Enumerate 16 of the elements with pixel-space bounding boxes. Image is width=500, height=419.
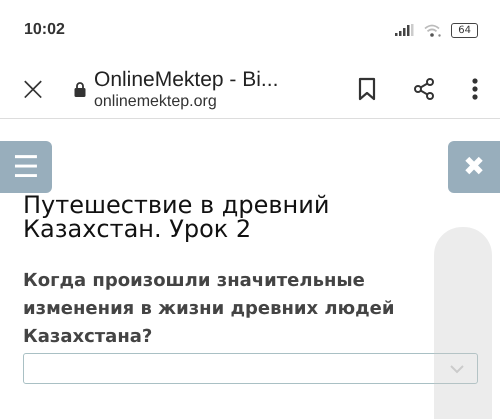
page-url: onlinemektep.org xyxy=(94,92,218,110)
share-icon[interactable] xyxy=(412,77,436,101)
battery-indicator: 64 xyxy=(451,22,478,38)
close-button[interactable]: × xyxy=(16,72,50,106)
menu-button[interactable]: ☰ xyxy=(0,141,52,193)
close-button[interactable]: ✖ xyxy=(448,141,500,193)
page-title: OnlineMektep - Bi... xyxy=(94,68,280,92)
clock: 10:02 xyxy=(24,21,65,39)
more-icon[interactable] xyxy=(472,78,478,100)
wifi-icon xyxy=(424,24,442,36)
lesson-title: Путешествие в древний Казахстан. Урок 2 xyxy=(23,193,330,241)
question-text: Когда произошли значительные изменения в жизни древних людей Казахстана? xyxy=(23,269,396,349)
bookmark-icon[interactable] xyxy=(358,77,376,101)
lock-icon xyxy=(74,82,86,96)
chevron-icon xyxy=(449,364,465,374)
signal-icon xyxy=(395,24,416,36)
